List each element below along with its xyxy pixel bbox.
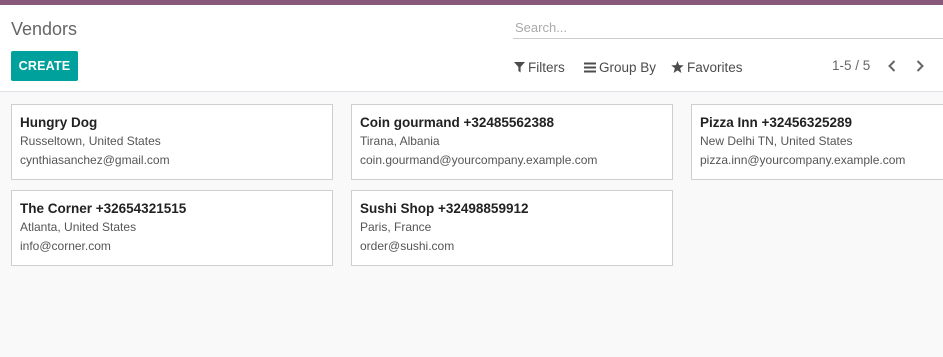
pager-previous-button[interactable] — [884, 58, 900, 74]
vendor-name: Hungry Dog — [20, 115, 98, 130]
vendor-name: The Corner +32654321515 — [20, 201, 187, 216]
favorites-button[interactable]: Favorites — [671, 58, 743, 76]
vendor-card[interactable]: The Corner +32654321515 Atlanta, United … — [11, 190, 333, 266]
chevron-right-icon — [916, 60, 924, 72]
pager-value[interactable]: 1-5 / 5 — [832, 58, 870, 73]
filter-icon — [514, 61, 525, 72]
star-icon — [671, 61, 684, 73]
group-by-button[interactable]: Group By — [584, 58, 656, 76]
vendor-card[interactable]: Coin gourmand +32485562388 Tirana, Alban… — [351, 104, 673, 180]
vendor-card[interactable]: Hungry Dog Russeltown, United States cyn… — [11, 104, 333, 180]
vendor-location: New Delhi TN, United States — [700, 134, 853, 148]
vendor-name: Sushi Shop +32498859912 — [360, 201, 529, 216]
vendor-card[interactable]: Pizza Inn +32456325289 New Delhi TN, Uni… — [691, 104, 943, 180]
vendor-location: Atlanta, United States — [20, 220, 137, 234]
vendor-email: coin.gourmand@yourcompany.example.com — [360, 153, 598, 167]
vendor-email: order@sushi.com — [360, 239, 455, 253]
chevron-left-icon — [888, 60, 896, 72]
control-panel: Vendors CREATE Filters Group By Favorite… — [0, 5, 943, 92]
list-icon — [584, 62, 596, 72]
filters-label: Filters — [528, 59, 565, 75]
filters-button[interactable]: Filters — [514, 58, 565, 76]
vendor-email: cynthiasanchez@gmail.com — [20, 153, 170, 167]
vendor-email: pizza.inn@yourcompany.example.com — [700, 153, 906, 167]
vendor-email: info@corner.com — [20, 239, 111, 253]
vendor-location: Russeltown, United States — [20, 134, 161, 148]
search-input[interactable] — [513, 16, 943, 39]
vendor-name: Pizza Inn +32456325289 — [700, 115, 852, 130]
page-title: Vendors — [11, 19, 78, 39]
pager-next-button[interactable] — [912, 58, 928, 74]
vendor-location: Tirana, Albania — [360, 134, 440, 148]
create-button[interactable]: CREATE — [11, 51, 78, 81]
group-by-label: Group By — [599, 59, 657, 75]
vendor-location: Paris, France — [360, 220, 432, 234]
vendor-name: Coin gourmand +32485562388 — [360, 115, 554, 130]
favorites-label: Favorites — [687, 59, 743, 75]
vendor-card[interactable]: Sushi Shop +32498859912 Paris, France or… — [351, 190, 673, 266]
